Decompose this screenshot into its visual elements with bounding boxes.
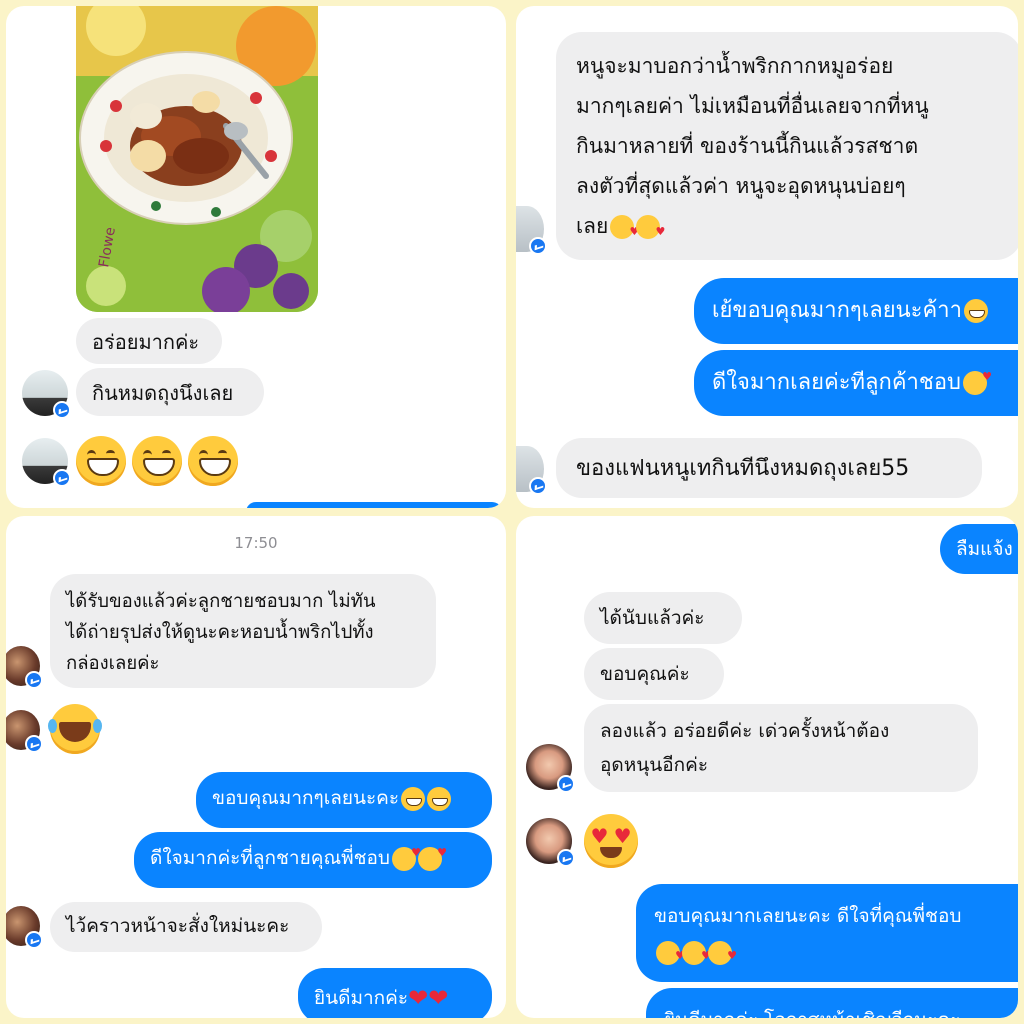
message-bubble-outgoing: ดีใจมากเลยค่ะทีลูกค้าชอบ: [694, 350, 1018, 416]
heart-eyes-emoji-icon: ♥ ♥: [584, 814, 638, 868]
message-line: ได้รับของแล้วค่ะลูกชายชอบมาก ไม่ทัน: [66, 591, 376, 612]
message-line: อุดหนุนอีกค่ะ: [600, 754, 709, 776]
message-text: กินหมดถุงนึงเลย: [92, 381, 234, 405]
message-bubble-outgoing: ขอบคุณมากเลยนะคะ ดีใจที่คุณพี่ชอบ: [636, 884, 1018, 982]
message-bubble-outgoing: ยินดีมากค่ะ❤❤: [298, 968, 492, 1018]
food-photo[interactable]: Flowe: [76, 6, 318, 312]
message-line: กล่องเลยค่ะ: [66, 653, 160, 674]
message-bubble-outgoing: ดีใจมากค่ะที่ลูกชายคุณพี่ชอบ: [134, 832, 492, 888]
message-text: ยินดีมากค่ะ: [314, 987, 409, 1010]
sender-avatar[interactable]: [6, 710, 43, 753]
message-timestamp: 17:50: [234, 534, 278, 552]
message-bubble-incoming: ได้นับแล้วค่ะ: [584, 592, 742, 644]
messenger-badge-icon: [529, 477, 547, 495]
message-text: ยินดีมากค่ะ โอกาสหน้าเชิญอีกนะคะ: [664, 1009, 960, 1018]
message-text: ลืมแจ้ง: [956, 538, 1013, 560]
message-text: อร่อยมากค่ะ: [92, 330, 200, 354]
grinning-emoji-icon: [427, 786, 452, 811]
smiling-hearts-emoji-icon: [391, 844, 421, 871]
message-line: ลองแล้ว อร่อยดีค่ะ เด่วครั้งหน้าต้อง: [600, 720, 890, 742]
sender-avatar[interactable]: [6, 906, 43, 949]
smiling-hearts-emoji-icon: [708, 938, 737, 974]
smiling-hearts-emoji-icon: [417, 844, 447, 871]
message-text: ขอบคุณค่ะ: [600, 663, 690, 685]
chat-panel-2: หนูจะมาบอกว่าน้ำพริกกากหมูอร่อย มากๆเลยค…: [516, 6, 1018, 508]
message-text: ดีใจมากค่ะที่ลูกชายคุณพี่ชอบ: [150, 847, 390, 869]
smiling-hearts-emoji-icon: [963, 368, 992, 395]
message-bubble-incoming: ได้รับของแล้วค่ะลูกชายชอบมาก ไม่ทัน ได้ถ…: [50, 574, 436, 688]
red-heart-icon: ❤: [428, 984, 449, 1012]
sender-avatar[interactable]: [516, 446, 547, 495]
message-line: มากๆเลยค่า ไม่เหมือนที่อื่นเลยจากที่หนู: [576, 94, 929, 118]
message-bubble-incoming: ขอบคุณค่ะ: [584, 648, 724, 700]
message-line: ลงตัวที่สุดแล้วค่า หนูจะอุดหนุนบ่อยๆ: [576, 174, 906, 198]
sender-avatar[interactable]: [526, 818, 575, 867]
message-bubble-outgoing-cut: [246, 502, 502, 508]
message-bubble-incoming: ไว้คราวหน้าจะสั่งใหม่นะคะ: [50, 902, 322, 952]
grinning-emoji-icon: [188, 436, 238, 486]
sender-avatar[interactable]: [526, 744, 575, 793]
chat-panel-3: 17:50 ได้รับของแล้วค่ะลูกชายชอบมาก ไม่ทั…: [6, 516, 506, 1018]
message-line: ขอบคุณมากเลยนะคะ ดีใจที่คุณพี่ชอบ: [654, 905, 962, 927]
message-line: เลย: [576, 206, 1002, 252]
smiling-hearts-emoji-icon: [610, 212, 639, 252]
message-bubble-incoming: กินหมดถุงนึงเลย: [76, 368, 264, 416]
message-bubble-incoming: หนูจะมาบอกว่าน้ำพริกกากหมูอร่อย มากๆเลยค…: [556, 32, 1018, 260]
message-bubble-outgoing: ขอบคุณมากๆเลยนะคะ: [196, 772, 492, 828]
messenger-badge-icon: [53, 401, 71, 419]
sender-avatar[interactable]: [516, 206, 547, 255]
message-text: เย้ขอบคุณมากๆเลยนะค้าา: [712, 298, 962, 323]
messenger-badge-icon: [529, 237, 547, 255]
messenger-badge-icon: [557, 775, 575, 793]
message-bubble-incoming: ของแฟนหนูเทกินทีนึงหมดถุงเลย55: [556, 438, 982, 498]
food-photo-image: Flowe: [76, 6, 318, 312]
smiling-hearts-emoji-icon: [682, 938, 711, 974]
sender-avatar[interactable]: [22, 438, 71, 487]
message-bubble-outgoing-cut: ยินดีมากค่ะ โอกาสหน้าเชิญอีกนะคะ: [646, 988, 1018, 1018]
red-heart-icon: ❤: [408, 984, 429, 1012]
message-line: หนูจะมาบอกว่าน้ำพริกกากหมูอร่อย: [576, 54, 894, 78]
grinning-emoji-icon: [76, 436, 126, 486]
message-bubble-outgoing: ลืมแจ้ง: [940, 524, 1018, 574]
message-line: ได้ถ่ายรุปส่งให้ดูนะคะหอบน้ำพริกไปทั้ง: [66, 622, 374, 643]
message-line: กินมาหลายที่ ของร้านนี้กินแล้วรสชาต: [576, 134, 919, 158]
sender-avatar[interactable]: [6, 646, 43, 689]
messenger-badge-icon: [557, 849, 575, 867]
message-text: ของแฟนหนูเทกินทีนึงหมดถุงเลย55: [576, 456, 910, 481]
sender-avatar[interactable]: [22, 370, 71, 419]
smiling-hearts-emoji-icon: [656, 938, 685, 974]
messenger-badge-icon: [25, 735, 43, 753]
message-line: [654, 934, 1006, 974]
message-text: ขอบคุณมากๆเลยนะคะ: [212, 787, 400, 809]
tears-of-joy-emoji-icon: [48, 704, 102, 754]
message-bubble-outgoing: เย้ขอบคุณมากๆเลยนะค้าา: [694, 278, 1018, 344]
chat-panel-4: ลืมแจ้ง ได้นับแล้วค่ะ ขอบคุณค่ะ ลองแล้ว …: [516, 516, 1018, 1018]
message-bubble-incoming: อร่อยมากค่ะ: [76, 318, 222, 364]
message-text: ดีใจมากเลยค่ะทีลูกค้าชอบ: [712, 370, 962, 395]
messenger-badge-icon: [25, 671, 43, 689]
messenger-badge-icon: [53, 469, 71, 487]
message-text: ไว้คราวหน้าจะสั่งใหม่นะคะ: [66, 915, 290, 937]
grinning-emoji-icon: [963, 299, 988, 323]
grinning-emoji-icon: [132, 436, 182, 486]
smiling-hearts-emoji-icon: [636, 212, 665, 252]
message-bubble-incoming: ลองแล้ว อร่อยดีค่ะ เด่วครั้งหน้าต้อง อุด…: [584, 704, 978, 792]
chat-panel-1: Flowe อร่อยมากค่ะ กินหมดถุงนึงเลย: [6, 6, 506, 508]
messenger-badge-icon: [25, 931, 43, 949]
grinning-emoji-icon: [401, 786, 426, 811]
message-text: ได้นับแล้วค่ะ: [600, 607, 705, 629]
